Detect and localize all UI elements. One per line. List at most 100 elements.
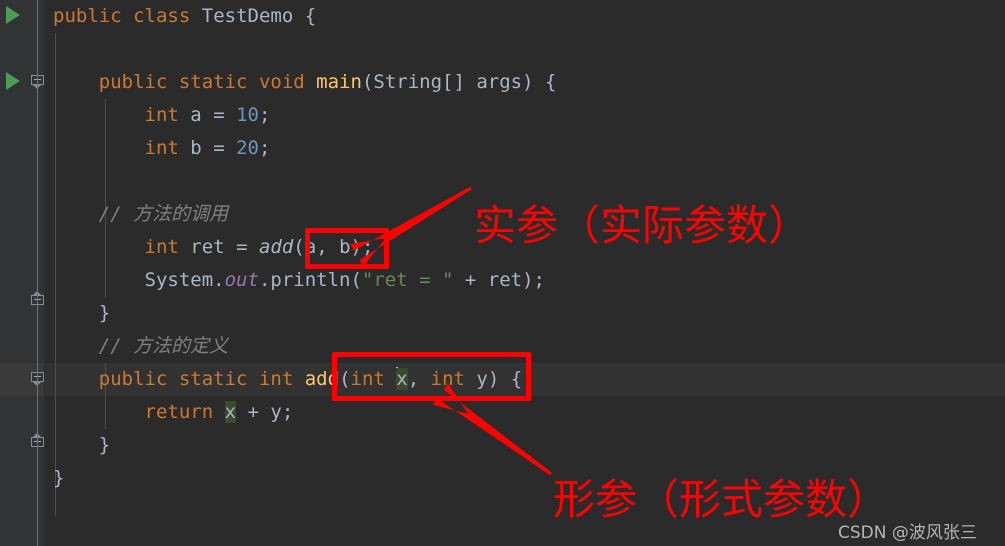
code-token: =: [224, 236, 259, 258]
code-token: }: [53, 467, 65, 489]
code-token: );: [350, 236, 374, 258]
code-token: ;: [258, 137, 271, 159]
code-token: "ret = ": [361, 269, 454, 291]
code-token: public: [98, 368, 168, 390]
line-comment-def[interactable]: // 方法的定义: [53, 330, 228, 363]
code-token: a: [304, 236, 317, 258]
code-token: }: [98, 302, 111, 324]
code-token: public: [98, 71, 168, 93]
line-close-class[interactable]: }: [53, 462, 64, 495]
code-token: // 方法的调用: [98, 203, 229, 225]
code-token: ;: [281, 401, 294, 423]
run-class-marker[interactable]: [6, 6, 20, 24]
code-token: ret: [190, 236, 225, 258]
code-token: TestDemo: [201, 5, 294, 27]
code-token: args: [476, 71, 523, 93]
code-token: static: [178, 71, 248, 93]
fold-rail: [37, 0, 38, 546]
code-token: public: [53, 5, 122, 27]
code-token: x: [396, 368, 408, 390]
code-token: (: [339, 368, 351, 390]
code-token: ,: [407, 368, 431, 390]
code-token: ret: [487, 269, 523, 291]
line-comment-call[interactable]: // 方法的调用: [53, 198, 228, 231]
line-call-add[interactable]: int ret = add(a, b);: [53, 231, 374, 264]
code-token: 20: [236, 137, 259, 159]
csdn-watermark: CSDN @波风张三: [838, 523, 977, 543]
line-close-main[interactable]: }: [53, 297, 110, 330]
code-token: =: [201, 104, 237, 126]
code-token: return: [144, 401, 214, 423]
line-println[interactable]: System.out.println("ret = " + ret);: [53, 264, 545, 297]
code-token: ;: [258, 104, 271, 126]
code-token: {: [510, 368, 523, 390]
code-token: add: [258, 236, 294, 258]
code-token: (: [361, 71, 374, 93]
line-return[interactable]: return x + y;: [53, 396, 293, 429]
editor-gutter[interactable]: [0, 0, 44, 546]
run-main-marker[interactable]: [6, 72, 20, 90]
actual-arguments-label: 实参（实际参数）: [474, 201, 811, 250]
code-token: String: [373, 71, 443, 93]
code-token: (: [350, 269, 362, 291]
code-token: a: [190, 104, 202, 126]
line-int-b[interactable]: int b = 20;: [53, 132, 271, 165]
code-token: y: [270, 401, 282, 423]
code-token: }: [98, 434, 111, 456]
code-token: println: [270, 269, 351, 291]
code-canvas[interactable]: public class TestDemo { public static vo…: [45, 0, 1005, 546]
code-token: []: [442, 71, 477, 93]
code-token: ): [522, 71, 546, 93]
ide-code-editor-screenshot: public class TestDemo { public static vo…: [0, 0, 1005, 546]
line-class-decl[interactable]: public class TestDemo {: [53, 0, 316, 33]
code-token: int: [258, 368, 294, 390]
code-token: y: [476, 368, 488, 390]
code-token: );: [522, 269, 545, 291]
code-token: =: [201, 137, 237, 159]
code-token: .: [258, 269, 271, 291]
code-token: (: [293, 236, 305, 258]
code-token: add: [304, 368, 340, 390]
code-token: +: [453, 269, 488, 291]
code-token: int: [350, 368, 385, 390]
code-token: int: [430, 368, 465, 390]
code-token: b: [190, 137, 202, 159]
code-token: {: [304, 5, 317, 27]
code-token: +: [236, 401, 271, 423]
line-close-add[interactable]: }: [53, 429, 110, 462]
code-token: ,: [316, 236, 340, 258]
code-token: // 方法的定义: [98, 335, 229, 357]
line-int-a[interactable]: int a = 10;: [53, 99, 271, 132]
line-add-decl[interactable]: public static int add(int x, int y) {: [53, 363, 522, 396]
code-token: void: [258, 71, 305, 93]
code-token: .: [213, 269, 225, 291]
code-token: int: [144, 104, 179, 126]
code-token: main: [316, 71, 362, 93]
code-token: x: [224, 401, 237, 423]
line-main-decl[interactable]: public static void main(String[] args) {: [53, 66, 557, 99]
formal-parameters-label: 形参（形式参数）: [553, 475, 890, 524]
